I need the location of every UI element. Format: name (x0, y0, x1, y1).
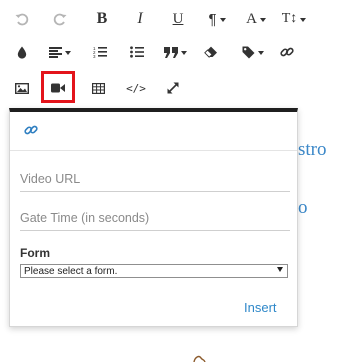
table-button[interactable] (88, 75, 108, 101)
code-view-button[interactable]: </> (125, 75, 147, 101)
unordered-list-icon (130, 46, 144, 58)
redo-icon (53, 12, 67, 26)
code-icon: </> (126, 81, 146, 95)
fullscreen-button[interactable] (163, 75, 183, 101)
editor-window: B I U ¶ A T↕ 123 </> stro o Video URL Ga… (0, 0, 341, 362)
image-button[interactable] (12, 75, 32, 101)
text-size-dropdown[interactable]: T↕ (279, 6, 309, 32)
chevron-down-icon (180, 50, 187, 55)
chevron-down-icon (277, 267, 283, 272)
chevron-down-icon (65, 50, 71, 55)
italic-label: I (137, 10, 143, 27)
editor-text-fragment: o (298, 197, 308, 218)
link-icon (280, 45, 294, 59)
video-url-input[interactable] (20, 167, 290, 192)
svg-text:3: 3 (93, 54, 96, 58)
form-select[interactable]: Please select a form. (20, 264, 288, 278)
undo-icon (15, 12, 29, 26)
link-icon[interactable] (24, 123, 38, 142)
text-size-label: T↕ (281, 11, 298, 26)
color-button[interactable] (12, 39, 32, 65)
underline-label: U (172, 10, 184, 27)
chevron-down-icon (219, 17, 226, 22)
link-button[interactable] (277, 39, 297, 65)
ordered-list-button[interactable]: 123 (90, 39, 110, 65)
decorative-fragment (193, 355, 206, 362)
bold-button[interactable]: B (92, 6, 112, 32)
clear-format-button[interactable] (201, 39, 221, 65)
expand-icon (167, 82, 179, 94)
bold-label: B (96, 10, 108, 27)
eraser-icon (204, 46, 218, 58)
table-icon (91, 82, 105, 94)
italic-button[interactable]: I (130, 6, 150, 32)
editor-text-fragment: stro (298, 139, 327, 160)
chevron-down-icon (258, 50, 264, 55)
form-select-value: Please select a form. (24, 265, 118, 277)
paragraph-dropdown[interactable]: ¶ (202, 6, 232, 32)
form-label: Form (20, 246, 50, 260)
video-insert-popover: Form Please select a form. Insert (9, 108, 298, 327)
image-icon (15, 82, 29, 94)
insert-button[interactable]: Insert (244, 300, 277, 315)
align-dropdown[interactable] (45, 39, 75, 65)
underline-button[interactable]: U (168, 6, 188, 32)
video-camera-icon (51, 83, 65, 93)
video-button[interactable] (48, 75, 68, 101)
editor-toolbar: B I U ¶ A T↕ 123 </> (0, 0, 341, 104)
undo-button[interactable] (12, 6, 32, 32)
unordered-list-button[interactable] (127, 39, 147, 65)
tag-icon (242, 46, 255, 59)
gate-time-input[interactable] (20, 206, 290, 231)
chevron-down-icon (300, 17, 307, 22)
redo-button[interactable] (50, 6, 70, 32)
quote-icon (163, 46, 178, 58)
ordered-list-icon: 123 (93, 46, 107, 58)
paragraph-label: ¶ (208, 10, 217, 28)
font-size-dropdown[interactable]: A (241, 6, 271, 32)
chevron-down-icon (259, 17, 266, 22)
quote-dropdown[interactable] (160, 39, 190, 65)
align-left-icon (49, 46, 62, 58)
font-size-label: A (246, 10, 257, 27)
popover-link-row (10, 112, 297, 151)
tag-dropdown[interactable] (238, 39, 268, 65)
drop-icon (17, 46, 27, 59)
